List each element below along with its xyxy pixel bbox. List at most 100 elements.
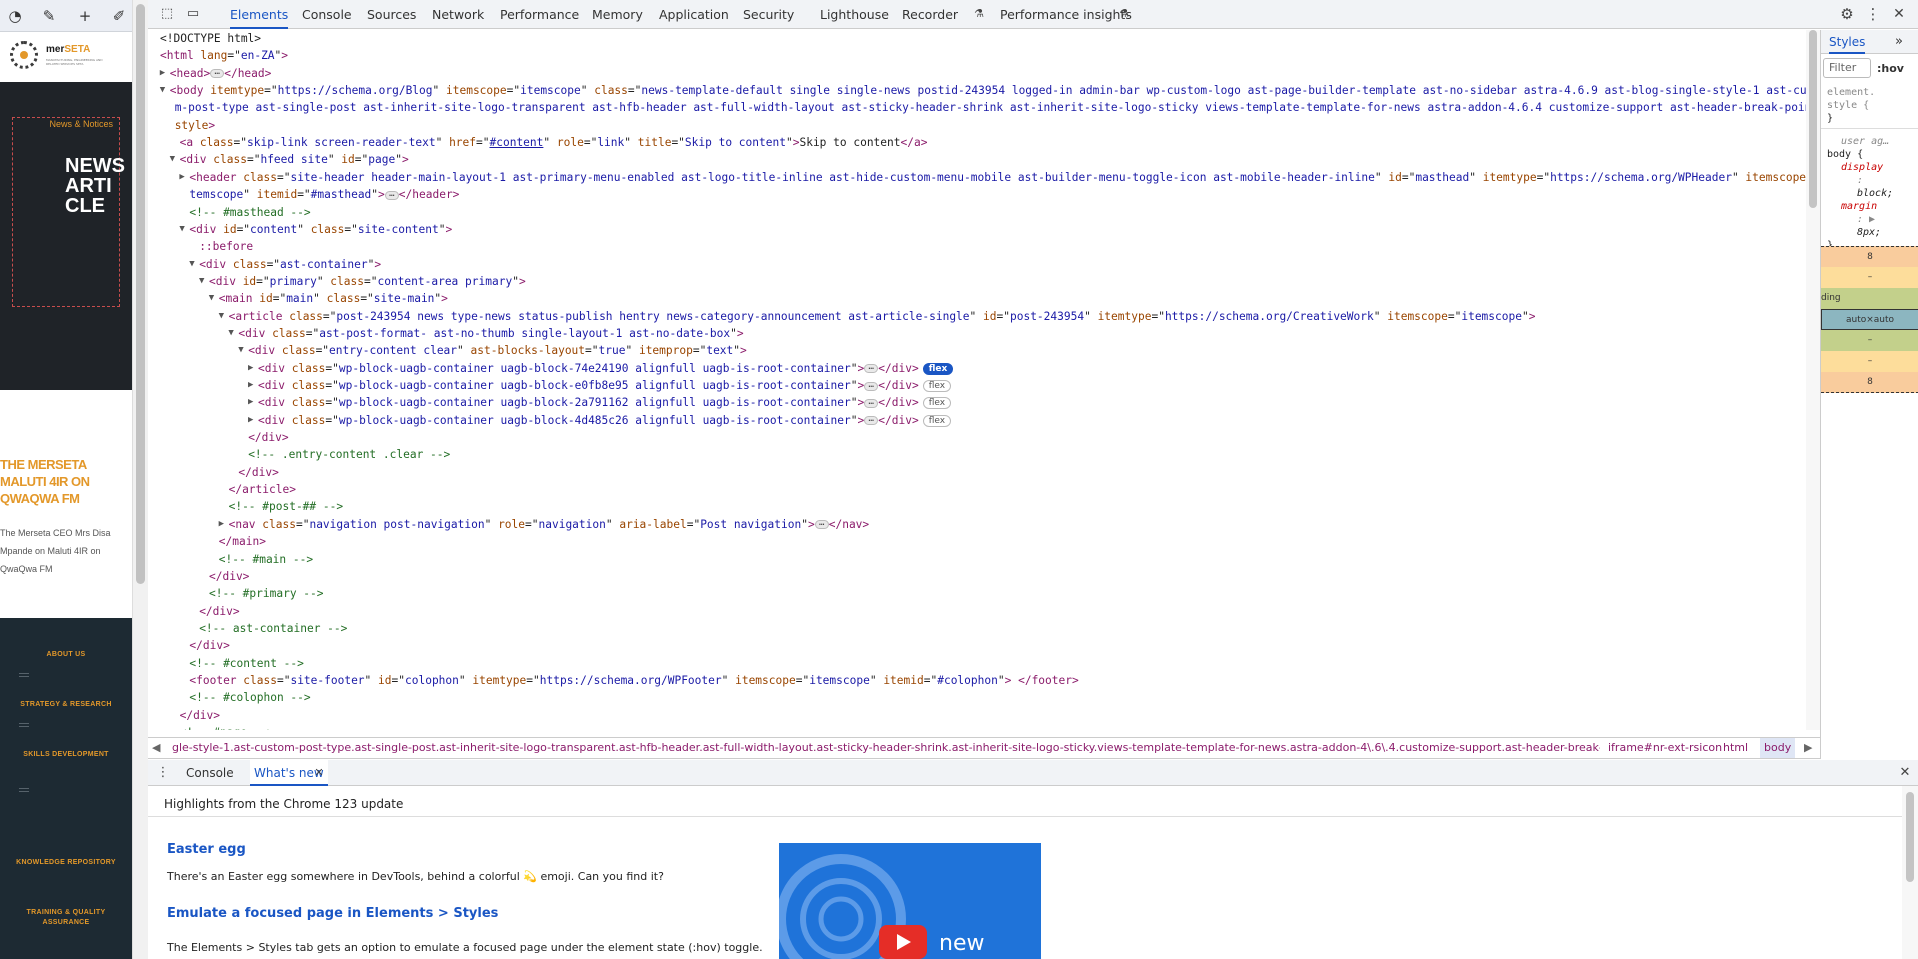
settings-gear-icon[interactable]: ⚙	[1838, 6, 1856, 22]
plus-icon[interactable]: +	[74, 6, 96, 26]
dom-node-line[interactable]: </div>	[180, 707, 220, 724]
dom-node-line[interactable]: </div>	[199, 603, 239, 620]
dom-node-line[interactable]: ▼ <div class="entry-content clear" ast-bl…	[238, 342, 747, 359]
dom-node-line[interactable]: <!-- ast-container -->	[199, 620, 347, 637]
drawer-menu-icon[interactable]: ⋮	[154, 765, 172, 781]
ellipsis-expand-icon[interactable]: …	[864, 363, 879, 374]
collapse-arrow-icon[interactable]: ▶	[179, 169, 184, 186]
dom-node-line[interactable]: style>	[175, 117, 215, 134]
dom-node-line[interactable]: <!-- #colophon -->	[189, 689, 310, 706]
tab-recorder[interactable]: Recorder	[902, 0, 958, 29]
dom-node-line[interactable]: </main>	[219, 533, 266, 550]
dom-node-line[interactable]: ▶ <div class="wp-block-uagb-container uag…	[248, 394, 952, 411]
elements-dom-tree[interactable]: <!DOCTYPE html> <html lang="en-ZA"> ▶ <head…	[148, 30, 1806, 730]
dom-node-line[interactable]: ▼ <article class="post-243954 news type-n…	[219, 308, 1536, 325]
collapse-arrow-icon[interactable]: ▶	[248, 360, 253, 377]
collapse-arrow-icon[interactable]: ▶	[219, 516, 224, 533]
menu-item-skills[interactable]: SKILLS DEVELOPMENT	[0, 750, 132, 760]
expand-arrow-icon[interactable]: ▼	[199, 273, 204, 290]
dom-node-line[interactable]: ▼ <body itemtype="https://schema.org/Blog…	[160, 82, 1806, 99]
dom-node-line[interactable]: <!-- .entry-content .clear -->	[248, 446, 450, 463]
item-focused-page-title[interactable]: Emulate a focused page in Elements > Sty…	[167, 906, 498, 921]
dom-node-line[interactable]: <!DOCTYPE html>	[160, 30, 261, 47]
scroll-thumb[interactable]	[1809, 30, 1817, 208]
flex-badge[interactable]: flex	[922, 414, 952, 427]
drawer-tab-console[interactable]: Console	[186, 760, 234, 786]
menu-item-training[interactable]: TRAINING & QUALITY ASSURANCE	[6, 908, 126, 928]
ellipsis-expand-icon[interactable]: …	[864, 380, 879, 391]
dom-node-line[interactable]: ::before	[199, 238, 253, 255]
dom-node-line[interactable]: </article>	[229, 481, 296, 498]
more-options-icon[interactable]: ⋮	[1864, 6, 1882, 22]
tab-performance-insights[interactable]: Performance insights	[1000, 0, 1132, 29]
dom-node-line[interactable]: </div>	[209, 568, 249, 585]
breadcrumb-item-html[interactable]: html	[1723, 738, 1748, 758]
dom-node-line[interactable]: <footer class="site-footer" id="colophon…	[189, 672, 1078, 689]
tab-network[interactable]: Network	[432, 0, 484, 29]
attr-link-token[interactable]: #content	[490, 136, 544, 149]
expand-arrow-icon[interactable]: ▼	[228, 325, 233, 342]
brush-icon[interactable]: ✎	[38, 6, 60, 26]
tab-sources[interactable]: Sources	[367, 0, 416, 29]
dom-node-line[interactable]: m-post-type ast-single-post ast-inherit-…	[175, 99, 1806, 116]
tab-elements[interactable]: Elements	[230, 0, 289, 29]
flex-badge[interactable]: flex	[922, 362, 954, 375]
dom-node-line[interactable]: <!-- #page -->	[180, 724, 274, 730]
dom-node-line[interactable]: <!-- #masthead -->	[189, 204, 310, 221]
close-icon[interactable]: ✕	[1890, 6, 1908, 22]
style-value-display[interactable]: block;	[1857, 187, 1893, 200]
dom-node-line[interactable]: <html lang="en-ZA">	[160, 47, 288, 64]
menu-item-about[interactable]: ABOUT US	[0, 650, 132, 660]
style-prop-display[interactable]: display	[1841, 161, 1883, 174]
expand-arrow-icon[interactable]: ▼	[179, 221, 184, 238]
device-toolbar-icon[interactable]: ▭	[184, 6, 202, 22]
tab-console[interactable]: Console	[302, 0, 352, 29]
dom-node-line[interactable]: </div>	[248, 429, 288, 446]
expand-arrow-icon[interactable]: ▼	[189, 256, 194, 273]
styles-filter-input[interactable]: Filter	[1823, 58, 1871, 78]
tab-styles[interactable]: Styles	[1829, 30, 1866, 54]
collapse-arrow-icon[interactable]: ▶	[248, 377, 253, 394]
dom-node-line[interactable]: <!-- #primary -->	[209, 585, 324, 602]
youtube-play-button[interactable]	[879, 925, 927, 959]
breadcrumb-left-arrow-icon[interactable]: ◀	[152, 738, 160, 758]
more-tabs-chevron-icon[interactable]: »	[1895, 30, 1903, 54]
ellipsis-expand-icon[interactable]: …	[384, 189, 399, 200]
dom-node-line[interactable]: ▶ <div class="wp-block-uagb-container uag…	[248, 377, 952, 394]
collapse-arrow-icon[interactable]: ▶	[160, 65, 165, 82]
tab-lighthouse[interactable]: Lighthouse	[820, 0, 889, 29]
menu-item-strategy[interactable]: STRATEGY & RESEARCH	[0, 700, 132, 710]
item-easter-egg-title[interactable]: Easter egg	[167, 842, 246, 857]
collapse-arrow-icon[interactable]: ▶	[248, 412, 253, 429]
style-value-margin[interactable]: 8px;	[1857, 226, 1881, 239]
dom-node-line[interactable]: ▶ <head>… </head>	[160, 65, 272, 82]
dom-node-line[interactable]: </div>	[189, 637, 229, 654]
collapse-arrow-icon[interactable]: ▶	[248, 394, 253, 411]
video-thumbnail[interactable]: new	[779, 843, 1041, 959]
dom-node-line[interactable]: temscope" itemid="#masthead">… </header>	[189, 186, 459, 203]
drawer-scrollbar[interactable]	[1902, 786, 1918, 959]
tab-security[interactable]: Security	[743, 0, 794, 29]
flex-badge[interactable]: flex	[922, 380, 952, 392]
breadcrumb-right-arrow-icon[interactable]: ▶	[1804, 738, 1812, 758]
dom-node-line[interactable]: ▶ <nav class="navigation post-navigation"…	[219, 516, 870, 533]
ellipsis-expand-icon[interactable]: …	[210, 68, 225, 79]
dom-node-line[interactable]: ▼ <div id="primary" class="content-area p…	[199, 273, 526, 290]
dom-node-line[interactable]: <!-- #post-## -->	[229, 498, 344, 515]
menu-item-knowledge[interactable]: KNOWLEDGE REPOSITORY	[0, 858, 132, 868]
flex-badge[interactable]: flex	[922, 397, 952, 410]
dom-node-line[interactable]: ▼ <div class="hfeed site" id="page">	[170, 151, 409, 168]
ellipsis-expand-icon[interactable]: …	[864, 397, 879, 408]
expand-arrow-icon[interactable]: ▼	[170, 151, 175, 168]
site-logo[interactable]: merSETA MANUFACTURING, ENGINEERING AND R…	[0, 32, 132, 82]
ellipsis-expand-icon[interactable]: …	[814, 519, 829, 530]
elements-scrollbar[interactable]	[1806, 30, 1820, 730]
dom-node-line[interactable]: ▶ <div class="wp-block-uagb-container uag…	[248, 360, 954, 377]
expand-arrow-icon[interactable]: ▼	[160, 82, 165, 99]
scroll-thumb[interactable]	[136, 4, 145, 584]
style-prop-margin[interactable]: margin	[1841, 200, 1877, 213]
dom-node-line[interactable]: ▼ <div class="ast-container">	[189, 256, 381, 273]
expand-arrow-icon[interactable]: ▼	[238, 342, 243, 359]
edit-icon[interactable]: ✐	[108, 6, 130, 26]
hov-toggle[interactable]: :hov	[1877, 62, 1904, 75]
